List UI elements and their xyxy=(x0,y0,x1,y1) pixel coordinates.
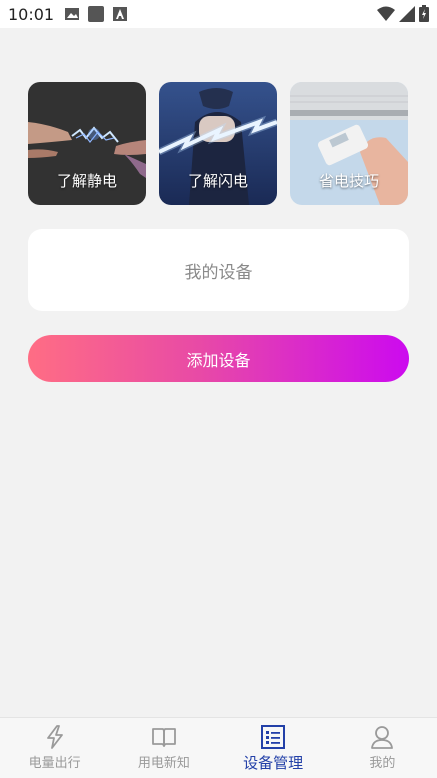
nav-label: 用电新知 xyxy=(137,756,190,771)
card-power-saving-tips[interactable]: 省电技巧 xyxy=(290,82,408,205)
nav-item-power-travel[interactable]: 电量出行 xyxy=(0,718,109,778)
card-lightning[interactable]: 了解闪电 xyxy=(159,82,277,205)
battery-icon xyxy=(419,5,429,22)
status-icons-right xyxy=(377,5,429,22)
nav-label: 电量出行 xyxy=(28,756,81,771)
status-icons-left xyxy=(64,6,128,22)
status-time: 10:01 xyxy=(8,5,55,24)
wifi-icon xyxy=(377,6,395,21)
add-device-label: 添加设备 xyxy=(186,352,251,370)
nav-item-mine[interactable]: 我的 xyxy=(328,718,437,778)
square-icon xyxy=(88,6,104,22)
card-label: 省电技巧 xyxy=(318,172,379,190)
signal-icon xyxy=(399,5,415,22)
my-devices-label: 我的设备 xyxy=(184,262,253,283)
bottom-nav: 电量出行 用电新知 设备管理 我的 xyxy=(0,717,437,778)
nav-label: 设备管理 xyxy=(243,754,304,772)
user-icon xyxy=(371,726,394,749)
book-icon xyxy=(151,728,176,747)
lightning-bolt-icon xyxy=(46,725,63,749)
status-bar: 10:01 xyxy=(0,0,437,28)
text-a-icon xyxy=(113,7,127,21)
nav-item-electricity-knowledge[interactable]: 用电新知 xyxy=(109,718,218,778)
nav-item-device-management[interactable]: 设备管理 xyxy=(219,718,328,778)
nav-label: 我的 xyxy=(369,756,396,771)
list-icon xyxy=(261,725,286,749)
card-static-electricity[interactable]: 了解静电 xyxy=(28,82,146,205)
my-devices-panel[interactable]: 我的设备 xyxy=(28,229,409,311)
card-label: 了解闪电 xyxy=(187,172,248,190)
card-label: 了解静电 xyxy=(56,172,117,190)
add-device-button[interactable]: 添加设备 xyxy=(28,335,409,382)
image-icon xyxy=(65,8,79,20)
